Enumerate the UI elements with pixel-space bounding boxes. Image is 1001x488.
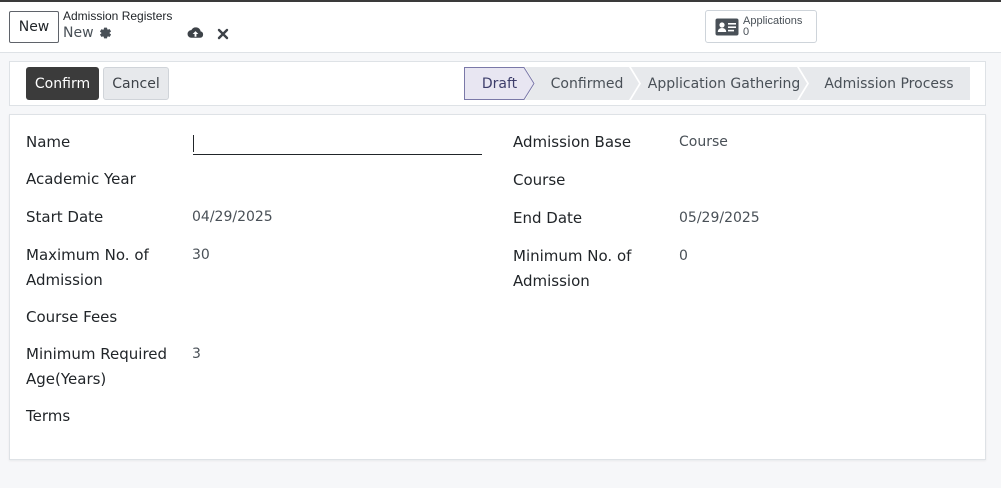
cancel-button[interactable]: Cancel [103,67,169,100]
course-fees-label: Course Fees [26,308,118,326]
stage-application-gathering[interactable]: Application Gathering [630,67,808,100]
text-caret [193,135,194,152]
start-date-field[interactable]: 04/29/2025 [192,205,273,230]
min-age-field[interactable]: 3 [192,342,201,367]
min-admission-label-line2: Admission [513,272,590,290]
admission-base-label: Admission Base [513,133,632,151]
record-name-text: New [63,25,94,41]
breadcrumb-admission-registers[interactable]: Admission Registers [63,9,172,23]
gear-icon[interactable] [98,26,112,40]
stage-confirmed-label: Confirmed [550,75,624,92]
confirm-button[interactable]: Confirm [26,67,99,100]
min-age-label-line2: Age(Years) [26,370,107,388]
close-icon[interactable] [217,28,229,40]
stage-confirmed[interactable]: Confirmed [524,67,640,100]
stage-pipeline: Draft Confirmed Application Gathering Ad… [464,67,970,100]
max-admission-field[interactable]: 30 [192,243,210,268]
status-bar: Confirm Cancel Draft Confirmed Applicati… [9,61,986,106]
course-label: Course [513,171,566,189]
control-panel: New Admission Registers New Applications… [0,2,1001,53]
max-admission-label-line2: Admission [26,271,103,289]
min-admission-label-line1: Minimum No. of [513,247,632,265]
form-sheet: Name Academic Year Start Date 04/29/2025… [9,114,986,460]
id-card-icon [715,18,739,35]
stage-admission-process-label: Admission Process [824,75,954,92]
stage-application-gathering-label: Application Gathering [647,75,801,92]
end-date-field[interactable]: 05/29/2025 [679,206,760,231]
applications-smart-button[interactable]: Applications 0 [705,10,817,43]
record-name: New [63,25,112,41]
cloud-upload-icon[interactable] [187,26,204,40]
stage-admission-process[interactable]: Admission Process [798,67,970,100]
max-admission-label-line1: Maximum No. of [26,246,149,264]
name-label: Name [26,133,71,151]
start-date-label: Start Date [26,208,104,226]
min-admission-field[interactable]: 0 [679,244,688,269]
applications-count: 0 [743,25,750,38]
admission-base-field[interactable]: Course [679,130,728,155]
applications-label: Applications [743,14,803,27]
stage-draft-label: Draft [481,75,518,92]
new-button[interactable]: New [9,11,59,43]
academic-year-label: Academic Year [26,170,136,188]
end-date-label: End Date [513,209,583,227]
name-input[interactable] [193,132,482,155]
min-age-label-line1: Minimum Required [26,345,168,363]
terms-label: Terms [26,407,71,425]
applications-text: Applications 0 [743,14,803,38]
